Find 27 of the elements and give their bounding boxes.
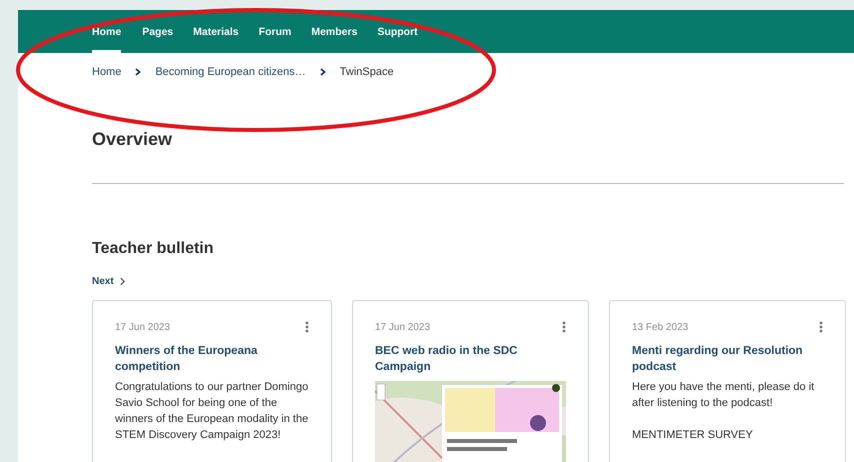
post-title[interactable]: BEC web radio in the SDC Campaign bbox=[375, 343, 566, 375]
post-date: 13 Feb 2023 bbox=[632, 322, 688, 332]
nav-tab[interactable]: Materials bbox=[183, 10, 249, 53]
nav-tab[interactable]: Support bbox=[367, 10, 428, 53]
breadcrumb-link[interactable]: Becoming European citizens… bbox=[155, 66, 306, 78]
chevron-icon bbox=[135, 68, 142, 76]
breadcrumb-current: TwinSpace bbox=[340, 66, 394, 78]
more-options-icon[interactable] bbox=[305, 321, 309, 333]
more-options-icon[interactable] bbox=[819, 321, 823, 333]
nav-tab[interactable]: Home bbox=[92, 10, 122, 53]
post-text: MENTIMETER SURVEY bbox=[632, 428, 754, 443]
nav-tab[interactable]: Members bbox=[301, 10, 368, 53]
page-title: Overview bbox=[92, 129, 174, 151]
post-date: 17 Jun 2023 bbox=[375, 322, 430, 332]
nav-tab[interactable]: Forum bbox=[248, 10, 302, 53]
chevron-icon bbox=[320, 68, 326, 76]
more-options-icon[interactable] bbox=[562, 321, 566, 333]
post-date: 17 Jun 2023 bbox=[115, 322, 170, 332]
post-text: Here you have the menti, please do it after listening to the podcast! bbox=[632, 380, 816, 411]
chevron-icon bbox=[120, 277, 125, 286]
nav-tab[interactable]: Pages bbox=[132, 10, 184, 53]
post-title[interactable]: Menti regarding our Resolution podcast bbox=[632, 343, 823, 375]
post-text: Congratulations to our partner Domingo Savio School for being one of the winners of the European modality in the STEM Discovery Campaign 2023! bbox=[115, 380, 309, 443]
section-heading: Teacher bulletin bbox=[92, 240, 215, 258]
breadcrumb-link[interactable]: Home bbox=[92, 66, 122, 78]
next-link[interactable]: Next bbox=[92, 276, 125, 287]
post-title[interactable]: Winners of the Europeana competition bbox=[115, 343, 309, 375]
